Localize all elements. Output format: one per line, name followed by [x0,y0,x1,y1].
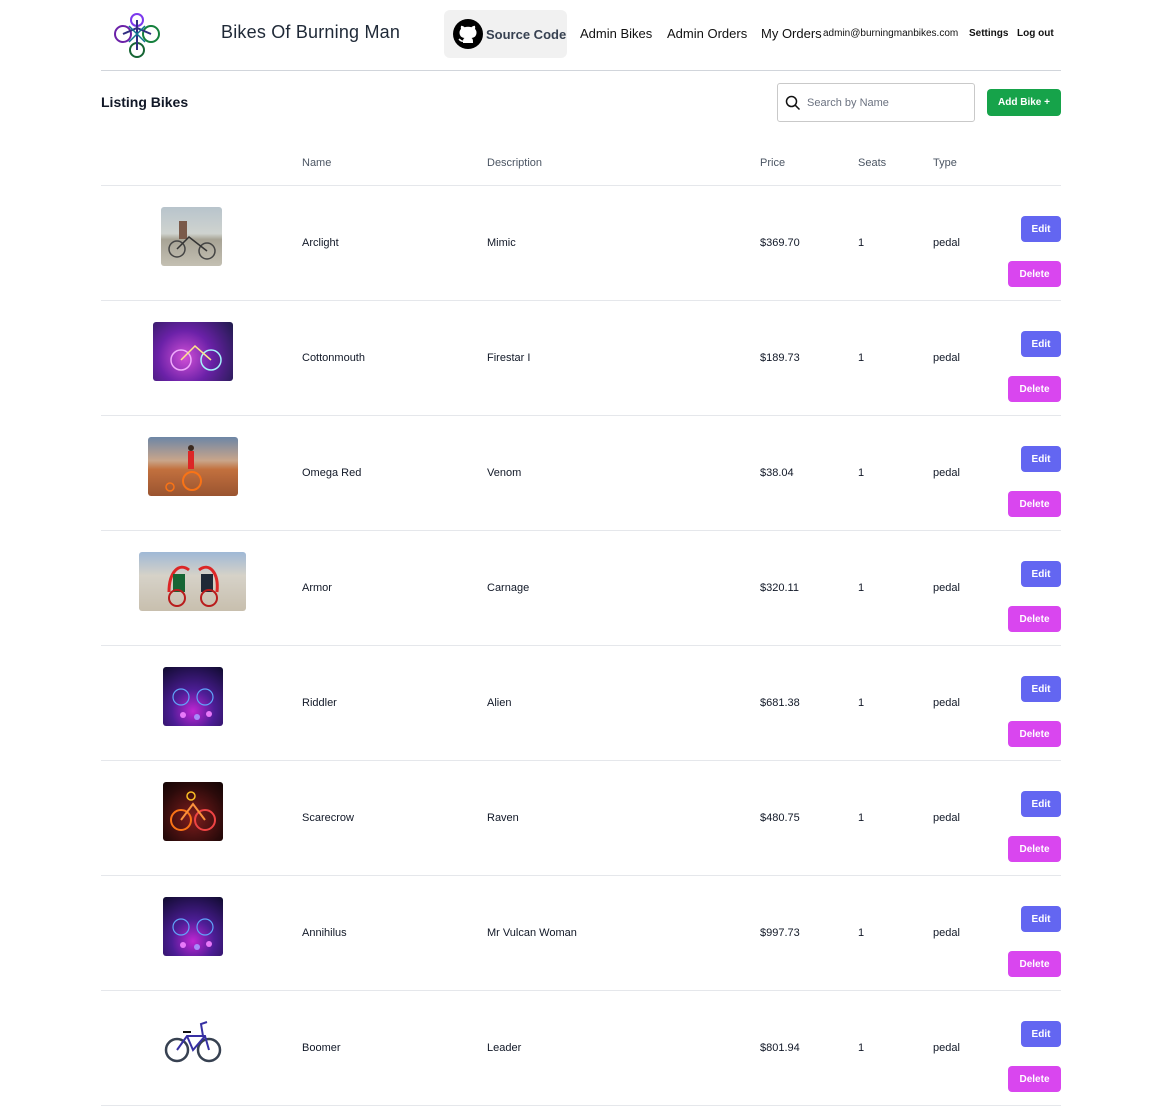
search-input[interactable] [807,96,967,109]
table-row: Annihilus Mr Vulcan Woman $997.73 1 peda… [101,876,1061,991]
delete-button[interactable]: Delete [1008,836,1061,862]
bike-description: Mr Vulcan Woman [487,927,577,939]
bike-name: Armor [302,582,332,594]
edit-button[interactable]: Edit [1021,446,1061,472]
bike-type: pedal [933,237,960,249]
bike-name: Arclight [302,237,339,249]
bike-type: pedal [933,582,960,594]
delete-button[interactable]: Delete [1008,606,1061,632]
bike-description: Firestar I [487,352,531,364]
bike-thumbnail [161,207,222,266]
bike-type: pedal [933,467,960,479]
bike-type: pedal [933,352,960,364]
bike-description: Mimic [487,237,516,249]
bike-price: $38.04 [760,467,794,479]
edit-button[interactable]: Edit [1021,331,1061,357]
bike-type: pedal [933,697,960,709]
bike-seats: 1 [858,697,865,709]
column-header-name: Name [302,157,332,169]
table-row: Omega Red Venom $38.04 1 pedal Edit Dele… [101,416,1061,531]
column-header-price: Price [760,157,786,169]
delete-button[interactable]: Delete [1008,1066,1061,1092]
bike-type: pedal [933,812,960,824]
nav-settings[interactable]: Settings [969,28,1008,39]
search-icon [785,95,801,110]
bike-price: $320.11 [760,582,799,594]
edit-button[interactable]: Edit [1021,676,1061,702]
bike-thumbnail [163,1012,223,1071]
bike-name: Scarecrow [302,812,354,824]
bike-name: Annihilus [302,927,347,939]
bike-price: $681.38 [760,697,800,709]
delete-button[interactable]: Delete [1008,491,1061,517]
bike-thumbnail [153,322,233,381]
table-row: Boomer Leader $801.94 1 pedal Edit Delet… [101,991,1061,1106]
bike-price: $369.70 [760,237,800,249]
edit-button[interactable]: Edit [1021,1021,1061,1047]
bike-thumbnail [163,897,223,956]
page-title: Listing Bikes [101,94,189,110]
nav-my-orders[interactable]: My Orders [761,26,822,41]
nav-admin-bikes[interactable]: Admin Bikes [580,26,652,41]
bike-price: $997.73 [760,927,800,939]
column-header-seats: Seats [858,157,887,169]
bike-price: $801.94 [760,1042,800,1054]
bike-name: Omega Red [302,467,362,479]
bike-name: Cottonmouth [302,352,365,364]
bike-seats: 1 [858,352,865,364]
bike-thumbnail [163,667,223,726]
delete-button[interactable]: Delete [1008,951,1061,977]
bike-name: Boomer [302,1042,341,1054]
github-icon [453,19,483,49]
delete-button[interactable]: Delete [1008,261,1061,287]
bike-seats: 1 [858,582,865,594]
edit-button[interactable]: Edit [1021,561,1061,587]
delete-button[interactable]: Delete [1008,721,1061,747]
user-email: admin@burningmanbikes.com [823,28,959,39]
delete-button[interactable]: Delete [1008,376,1061,402]
table-row: Cottonmouth Firestar I $189.73 1 pedal E… [101,301,1061,416]
bike-description: Alien [487,697,512,709]
bike-thumbnail [148,437,238,496]
bike-description: Raven [487,812,519,824]
source-code-button[interactable]: Source Code [444,10,567,58]
bike-seats: 1 [858,927,865,939]
bike-thumbnail [139,552,246,611]
edit-button[interactable]: Edit [1021,791,1061,817]
bike-type: pedal [933,1042,960,1054]
bike-thumbnail [163,782,223,841]
table-row: Scarecrow Raven $480.75 1 pedal Edit Del… [101,761,1061,876]
bike-description: Venom [487,467,522,479]
edit-button[interactable]: Edit [1021,906,1061,932]
bike-name: Riddler [302,697,337,709]
table-row: Arclight Mimic $369.70 1 pedal Edit Dele… [101,186,1061,301]
add-bike-button[interactable]: Add Bike + [987,89,1061,116]
bike-seats: 1 [858,467,865,479]
column-header-description: Description [487,157,543,169]
bike-price: $480.75 [760,812,800,824]
bike-seats: 1 [858,237,865,249]
table-row: Armor Carnage $320.11 1 pedal Edit Delet… [101,531,1061,646]
bike-description: Leader [487,1042,522,1054]
bike-seats: 1 [858,812,865,824]
bike-type: pedal [933,927,960,939]
bike-description: Carnage [487,582,530,594]
edit-button[interactable]: Edit [1021,216,1061,242]
bike-price: $189.73 [760,352,800,364]
table-row: Riddler Alien $681.38 1 pedal Edit Delet… [101,646,1061,761]
nav-admin-orders[interactable]: Admin Orders [667,26,747,41]
site-title[interactable]: Bikes Of Burning Man [221,22,400,43]
source-code-label: Source Code [486,26,567,42]
search-box [777,83,975,122]
nav-logout[interactable]: Log out [1017,28,1054,39]
bike-seats: 1 [858,1042,865,1054]
column-header-type: Type [933,157,957,169]
top-navbar: Bikes Of Burning Man Source Code Admin B… [101,0,1061,71]
bike-logo-icon[interactable] [109,8,165,64]
